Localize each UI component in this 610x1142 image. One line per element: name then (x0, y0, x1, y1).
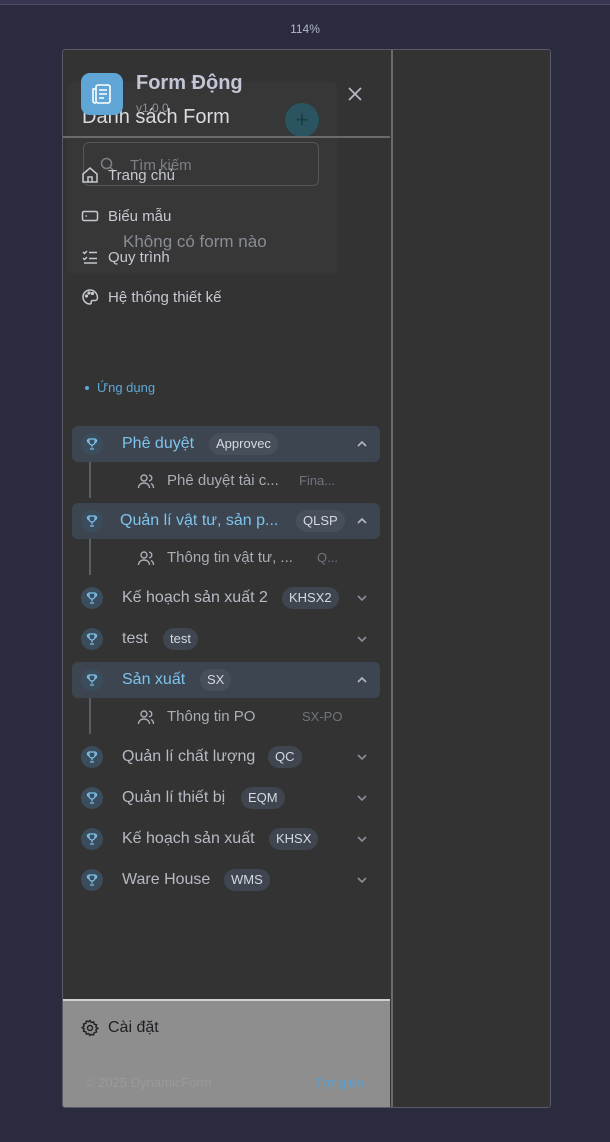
sidebar: Danh sách Form + Tìm kiếm Không có form … (63, 50, 390, 1107)
form-item-code: Fina... (299, 473, 336, 488)
app-frame: Danh sách Form + Tìm kiếm Không có form … (62, 49, 551, 1108)
chevron-down-icon (357, 877, 367, 884)
app-group-label: Phê duyệt (122, 435, 195, 452)
app-code-badge: KHSX (269, 828, 319, 850)
help-link[interactable]: Trợ giúp (315, 1075, 364, 1090)
nav-item-workflow[interactable]: Quy trình (81, 246, 170, 268)
trophy-icon (81, 628, 103, 650)
app-group-production-plan-2[interactable]: Kế hoạch sản xuất 2 KHSX2 (72, 580, 380, 616)
form-item-code: Q... (317, 550, 338, 565)
trophy-icon (81, 510, 103, 532)
form-item-approval-finance[interactable]: Phê duyệt tài c... Fina... (137, 470, 335, 492)
window-top-border (0, 0, 610, 5)
users-icon (137, 474, 155, 489)
trophy-icon (81, 433, 103, 455)
form-item-label: Thông tin vật tư, ... (167, 549, 293, 566)
nav-label: Quy trình (108, 248, 170, 266)
chevron-down-icon (357, 754, 367, 761)
nav-label: Trang chủ (108, 166, 175, 184)
app-code-badge: SX (200, 669, 232, 691)
form-item-label: Phê duyệt tài c... (167, 472, 279, 489)
home-icon (82, 167, 98, 183)
trophy-icon (81, 587, 103, 609)
nav-item-home[interactable]: Trang chủ (81, 164, 175, 186)
app-code-badge: test (163, 628, 198, 650)
right-pane (391, 50, 550, 1107)
app-code-badge: QLSP (296, 510, 345, 532)
users-icon (137, 710, 155, 725)
form-item-label: Thông tin PO (167, 708, 256, 725)
app-group-label: Quản lí thiết bị (122, 789, 226, 806)
app-group-label: test (122, 630, 148, 647)
app-group-label: Sản xuất (122, 671, 186, 688)
palette-icon (82, 289, 99, 305)
app-group-label: Kế hoạch sản xuất 2 (122, 589, 268, 606)
chevron-down-icon (357, 795, 367, 802)
app-code-badge: WMS (224, 869, 270, 891)
close-icon[interactable] (343, 82, 367, 106)
app-group-quality[interactable]: Quản lí chất lượng QC (72, 739, 380, 775)
app-group-materials[interactable]: Quản lí vật tư, sản p... QLSP (72, 503, 380, 539)
app-group-production-plan[interactable]: Kế hoạch sản xuất KHSX (72, 821, 380, 857)
gear-icon (81, 1019, 99, 1037)
checklist-icon (82, 250, 97, 264)
chevron-up-icon (357, 440, 367, 447)
document-icon (81, 73, 123, 115)
section-apps-heading: Ứng dụng (85, 380, 155, 395)
app-group-label: Kế hoạch sản xuất (122, 830, 255, 847)
app-group-test[interactable]: test test (72, 621, 380, 657)
form-item-po-info[interactable]: Thông tin PO SX-PO (137, 706, 342, 728)
form-item-materials-info[interactable]: Thông tin vật tư, ... Q... (137, 547, 338, 569)
form-item-code: SX-PO (302, 709, 343, 724)
zoom-level: 114% (290, 22, 320, 36)
app-group-equipment[interactable]: Quản lí thiết bị EQM (72, 780, 380, 816)
app-code-badge: QC (268, 746, 302, 768)
chevron-down-icon (357, 836, 367, 843)
settings-button[interactable]: Cài đặt (81, 1019, 159, 1037)
section-dot (85, 385, 89, 390)
tree-connector (89, 698, 91, 734)
app-code-badge: EQM (241, 787, 285, 809)
add-form-button[interactable]: + (285, 103, 319, 137)
app-code-badge: Approvec (209, 433, 278, 455)
app-code-badge: KHSX2 (282, 587, 339, 609)
tree-connector (89, 462, 91, 498)
app-group-label: Quản lí vật tư, sản p... (120, 512, 279, 529)
form-icon (81, 210, 99, 222)
chevron-down-icon (357, 595, 367, 602)
nav-label: Hệ thống thiết kế (108, 288, 222, 306)
app-group-label: Ware House (122, 871, 211, 888)
app-group-approval[interactable]: Phê duyệt Approvec (72, 426, 380, 462)
app-group-label: Quản lí chất lượng (122, 748, 256, 765)
sidebar-footer: Cài đặt © 2025 DynamicForm Trợ giúp (63, 999, 390, 1107)
app-name: Form Động (136, 72, 243, 94)
nav-item-design-system[interactable]: Hệ thống thiết kế (81, 286, 221, 308)
app-group-production[interactable]: Sản xuất SX (72, 662, 380, 698)
trophy-icon (81, 746, 103, 768)
settings-label: Cài đặt (108, 1019, 159, 1036)
app-version: v1.0.0 (136, 101, 169, 115)
trophy-icon (81, 869, 103, 891)
copyright-text: © 2025 DynamicForm (85, 1075, 212, 1090)
app-group-warehouse[interactable]: Ware House WMS (72, 862, 380, 898)
trophy-icon (81, 669, 103, 691)
chevron-down-icon (357, 636, 367, 643)
trophy-icon (81, 828, 103, 850)
section-label: Ứng dụng (97, 380, 156, 395)
users-icon (137, 551, 155, 566)
header-divider (63, 136, 390, 138)
chevron-up-icon (357, 676, 367, 683)
nav-item-forms[interactable]: Biểu mẫu (81, 205, 171, 227)
tree-connector (89, 539, 91, 575)
chevron-up-icon (357, 517, 367, 524)
trophy-icon (81, 787, 103, 809)
nav-label: Biểu mẫu (108, 207, 172, 225)
